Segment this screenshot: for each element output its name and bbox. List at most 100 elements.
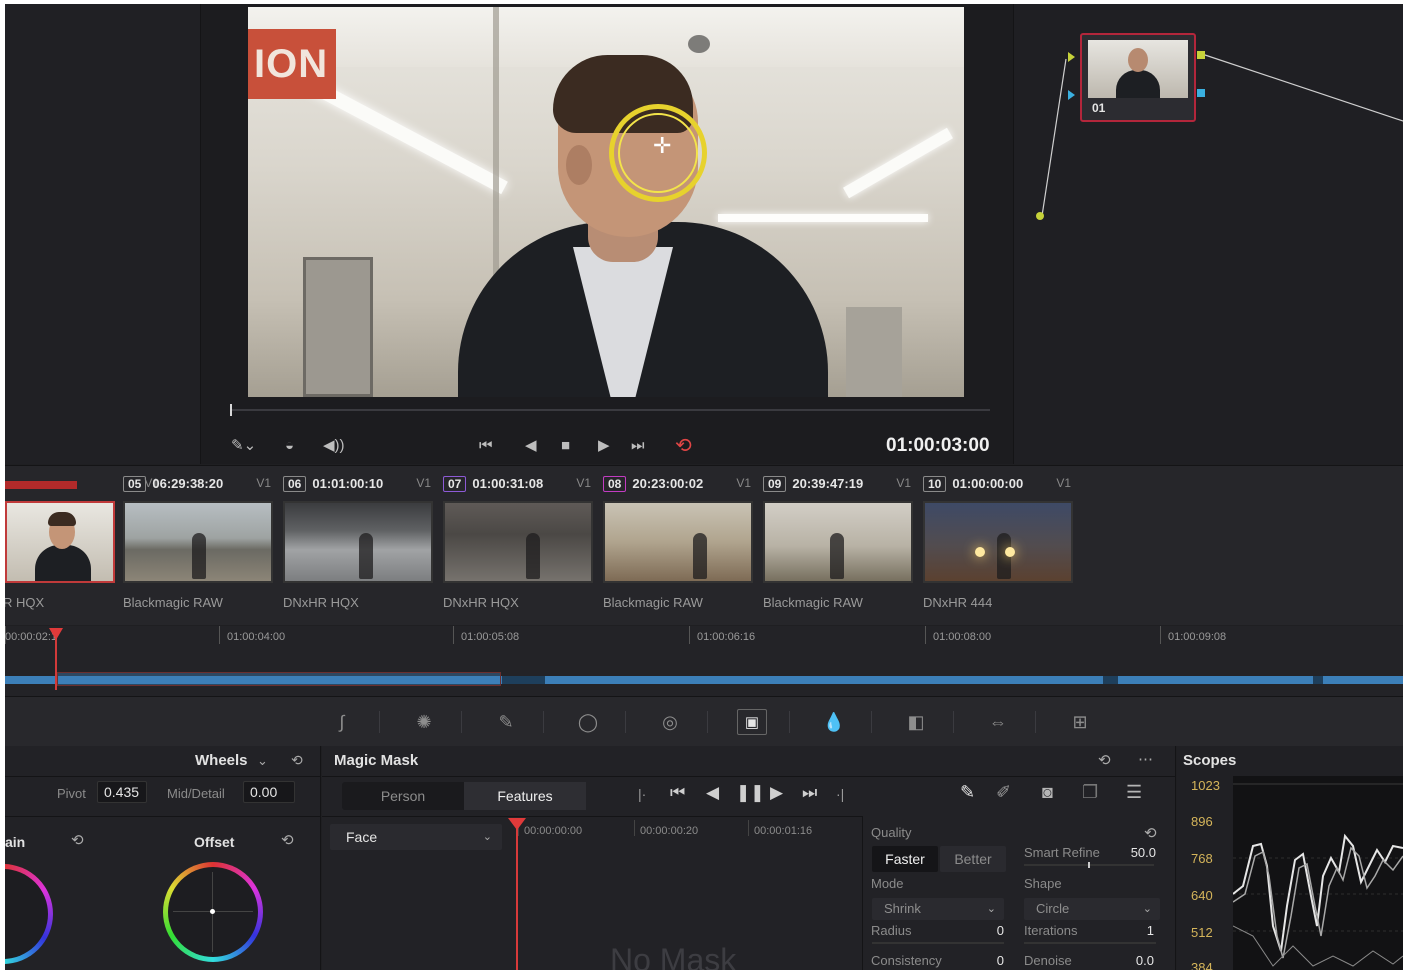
qualifier-icon[interactable]: ✎ [491, 709, 521, 735]
tracker-icon[interactable]: ◎ [655, 709, 685, 735]
divider [5, 776, 321, 777]
window-icon[interactable]: ◯ [573, 709, 603, 735]
mid-detail-field[interactable]: 0.00 [243, 781, 295, 803]
sizing-icon[interactable]: ⇔ [983, 709, 1013, 735]
clip-thumbnail[interactable] [923, 501, 1073, 583]
node-rgb-input-icon[interactable] [1068, 52, 1075, 62]
key-icon[interactable]: ◧ [901, 709, 931, 735]
clip-10[interactable]: 10 01:00:00:00 V1 DNxHR 444 [923, 476, 1075, 610]
curves-icon[interactable]: ∫ [327, 709, 357, 735]
go-to-out-icon[interactable]: ·| [836, 786, 844, 802]
radius-slider[interactable] [872, 942, 1004, 944]
stop-icon[interactable]: ■ [561, 436, 570, 456]
more-options-icon[interactable]: ⋯ [1138, 750, 1153, 768]
show-mask-icon[interactable]: ◙ [1042, 782, 1053, 803]
skip-to-end-icon[interactable]: ⏭ [631, 436, 645, 456]
chevron-down-icon: ⌄ [482, 831, 492, 843]
timeline-playhead-handle[interactable] [49, 628, 63, 640]
mode-dropdown[interactable]: Shrink ⌄ [872, 898, 1004, 920]
gallery-panel [5, 4, 201, 464]
frame-sign: ION [248, 29, 336, 99]
clip-09[interactable]: 09 20:39:47:19 V1 Blackmagic RAW [763, 476, 915, 610]
blur-icon[interactable]: 💧 [819, 709, 849, 735]
3d-icon[interactable]: ⊞ [1065, 709, 1095, 735]
track-reverse-icon[interactable]: ◀ [706, 783, 719, 803]
quality-faster-button[interactable]: Faster [872, 846, 938, 872]
node-editor[interactable]: 01 [1013, 4, 1403, 464]
subtract-stroke-icon[interactable]: ✐ [996, 782, 1011, 803]
clip-06[interactable]: 06 01:01:00:10 V1 DNxHR HQX [283, 476, 435, 610]
iterations-value[interactable]: 1 [1122, 923, 1154, 938]
smart-refine-slider[interactable] [1024, 862, 1154, 868]
reset-icon[interactable]: ⟲ [291, 752, 303, 769]
scopes-panel: Scopes 1023 896 768 640 512 384 [1177, 746, 1403, 970]
clip-timecode: 01:00:31:08 [472, 476, 544, 491]
timeline-playhead[interactable] [55, 632, 57, 690]
timeline-selected-clip[interactable] [57, 672, 501, 686]
loop-icon[interactable]: ⟲ [675, 436, 692, 456]
track-to-end-icon[interactable]: ⏭ [802, 783, 817, 803]
color-wheels-panel: Wheels ⌄ ⟲ Pivot 0.435 Mid/Detail 0.00 a… [5, 746, 321, 970]
clip-05[interactable]: 05 06:29:38:20 V1 Blackmagic RAW [123, 476, 275, 610]
skip-to-start-icon[interactable]: ⏮ [479, 436, 493, 456]
shape-dropdown[interactable]: Circle ⌄ [1024, 898, 1160, 920]
clip-thumbnail[interactable] [443, 501, 593, 583]
add-stroke-icon[interactable]: ✎ [960, 782, 975, 803]
clip-header: 10 01:00:00:00 V1 [923, 476, 1075, 496]
mask-timeline-playhead[interactable] [516, 820, 518, 970]
reset-icon[interactable]: ⟲ [1098, 751, 1111, 769]
node-01[interactable]: 01 [1080, 33, 1196, 122]
eyedropper-icon[interactable]: ✎⌄ [231, 436, 256, 456]
mask-playhead-handle[interactable] [508, 818, 526, 830]
node-input-port[interactable] [1036, 212, 1044, 220]
clip-thumbnail[interactable] [763, 501, 913, 583]
gain-wheel[interactable] [5, 864, 53, 964]
speaker-icon[interactable]: ◀)) [323, 436, 345, 456]
magic-mask-icon[interactable]: ▣ [737, 709, 767, 735]
go-to-in-icon[interactable]: |· [638, 786, 646, 802]
play-reverse-icon[interactable]: ◀ [525, 436, 537, 456]
mini-timeline[interactable]: 00:00:02:1 01:00:04:00 01:00:05:08 01:00:06… [5, 626, 1403, 696]
scrubber-playhead[interactable] [230, 404, 232, 416]
clip-thumbnail[interactable] [123, 501, 273, 583]
node-key-output[interactable] [1197, 89, 1205, 97]
pivot-field[interactable]: 0.435 [97, 781, 147, 803]
radius-value[interactable]: 0 [972, 923, 1004, 938]
clip-header: 06 01:01:00:10 V1 [283, 476, 435, 496]
node-key-input-icon[interactable] [1068, 90, 1075, 100]
pause-icon[interactable]: ❚❚ [736, 783, 765, 803]
chevron-down-icon[interactable]: ⌄ [257, 753, 268, 769]
reset-quality-icon[interactable]: ⟲ [1144, 824, 1157, 842]
feature-select[interactable]: Face ⌄ [330, 824, 502, 850]
quality-better-button[interactable]: Better [940, 846, 1006, 872]
reset-gain-icon[interactable]: ⟲ [71, 831, 84, 849]
play-icon[interactable]: ▶ [598, 436, 610, 456]
thumb-figure-head [1128, 48, 1148, 72]
magic-mask-title: Magic Mask [334, 752, 419, 769]
clip-thumbnail[interactable] [283, 501, 433, 583]
clip-track: V1 [1056, 476, 1071, 490]
consistency-value[interactable]: 0 [972, 953, 1004, 968]
viewer-frame[interactable]: ION ✛ [248, 7, 964, 397]
smart-refine-value[interactable]: 50.0 [1112, 845, 1156, 860]
track-to-start-icon[interactable]: ⏮ [670, 783, 685, 803]
highlight-icon[interactable]: ◒ [285, 436, 294, 456]
overlay-icon[interactable]: ❐ [1082, 782, 1098, 803]
color-warper-icon[interactable]: ✺ [409, 709, 439, 735]
settings-sliders-icon[interactable]: ☰ [1126, 782, 1142, 803]
tab-person[interactable]: Person [342, 782, 464, 810]
clip-07[interactable]: 07 01:00:31:08 V1 DNxHR HQX [443, 476, 595, 610]
reset-offset-icon[interactable]: ⟲ [281, 831, 294, 849]
clip-thumbnail[interactable] [603, 501, 753, 583]
viewer-scrubber[interactable] [230, 409, 990, 411]
tab-features[interactable]: Features [464, 782, 586, 810]
clip-thumbnail[interactable] [5, 501, 115, 583]
denoise-value[interactable]: 0.0 [1122, 953, 1154, 968]
node-rgb-output[interactable] [1197, 51, 1205, 59]
offset-wheel-center[interactable] [210, 909, 215, 914]
track-forward-icon[interactable]: ▶ [770, 783, 783, 803]
offset-wheel[interactable] [163, 862, 263, 962]
iterations-slider[interactable] [1024, 942, 1156, 944]
subject-ear [566, 145, 592, 185]
clip-08[interactable]: 08 20:23:00:02 V1 Blackmagic RAW [603, 476, 755, 610]
